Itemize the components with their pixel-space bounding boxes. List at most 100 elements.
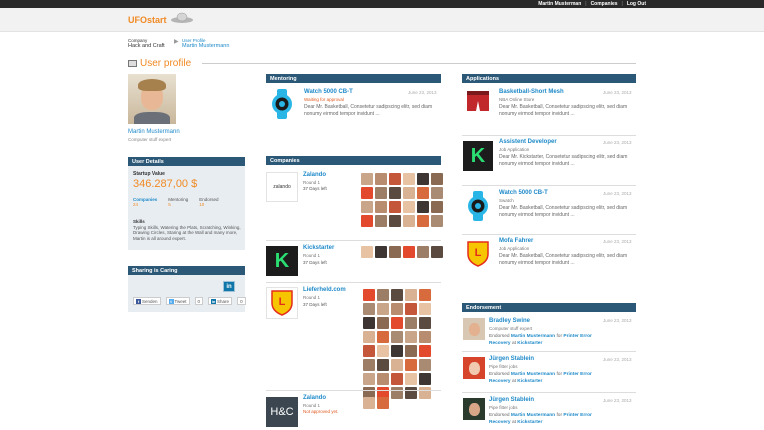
endorsed-skill-link[interactable]: Printer Error xyxy=(563,334,592,339)
investor-avatar[interactable] xyxy=(377,345,389,357)
investor-avatar[interactable] xyxy=(377,397,389,409)
application-thumbnail[interactable] xyxy=(463,190,493,222)
logo[interactable]: UFOstart xyxy=(128,15,167,25)
investor-avatar[interactable] xyxy=(363,303,375,315)
endorsed-company-link[interactable]: Kickstarter xyxy=(517,341,542,346)
investor-avatar[interactable] xyxy=(363,345,375,357)
investor-avatar[interactable] xyxy=(419,359,431,371)
investor-avatar[interactable] xyxy=(375,246,387,258)
application-thumbnail[interactable]: L xyxy=(463,238,493,270)
tweet-button[interactable]: t Tweet xyxy=(165,297,190,305)
stat-companies[interactable]: Companies 24 xyxy=(133,197,157,207)
investor-avatar[interactable] xyxy=(419,373,431,385)
investor-avatar[interactable] xyxy=(405,387,417,399)
company-logo-lieferheld[interactable]: L xyxy=(266,287,298,319)
application-thumbnail[interactable]: K xyxy=(463,141,493,171)
investor-avatar[interactable] xyxy=(391,331,403,343)
investor-avatar[interactable] xyxy=(389,246,401,258)
nav-user-link[interactable]: Martin Musterman xyxy=(538,1,581,7)
investor-avatar[interactable] xyxy=(361,187,373,199)
endorser-name[interactable]: Jürgen Stablein xyxy=(489,356,534,362)
endorsed-user-link[interactable]: Martin Mustermann xyxy=(511,372,555,377)
investor-avatar[interactable] xyxy=(431,173,443,185)
investor-avatar[interactable] xyxy=(391,359,403,371)
endorser-name[interactable]: Bradley Swine xyxy=(489,318,530,324)
investor-avatar[interactable] xyxy=(363,317,375,329)
endorser-avatar[interactable] xyxy=(463,357,485,379)
application-title[interactable]: Watch 5000 CB-T xyxy=(499,190,548,196)
company-logo-kickstarter[interactable]: K xyxy=(266,246,298,276)
investor-avatar[interactable] xyxy=(403,201,415,213)
endorsed-user-link[interactable]: Martin Mustermann xyxy=(511,334,555,339)
investor-avatar[interactable] xyxy=(419,303,431,315)
investor-avatar[interactable] xyxy=(377,373,389,385)
investor-avatar[interactable] xyxy=(419,345,431,357)
investor-avatar[interactable] xyxy=(377,303,389,315)
investor-avatar[interactable] xyxy=(377,359,389,371)
investor-avatar[interactable] xyxy=(419,289,431,301)
investor-avatar[interactable] xyxy=(391,373,403,385)
investor-avatar[interactable] xyxy=(391,317,403,329)
investor-avatar[interactable] xyxy=(363,289,375,301)
investor-avatar[interactable] xyxy=(405,373,417,385)
investor-avatar[interactable] xyxy=(361,215,373,227)
investor-avatar[interactable] xyxy=(419,317,431,329)
investor-avatar[interactable] xyxy=(377,331,389,343)
investor-avatar[interactable] xyxy=(417,201,429,213)
investor-avatar[interactable] xyxy=(391,345,403,357)
investor-avatar[interactable] xyxy=(403,187,415,199)
investor-avatar[interactable] xyxy=(389,173,401,185)
company-logo-hc[interactable]: H&C xyxy=(266,397,298,427)
investor-avatar[interactable] xyxy=(391,387,403,399)
endorsed-skill-link[interactable]: Recovery xyxy=(489,379,511,384)
linkedin-share-button[interactable]: in Share xyxy=(208,297,233,305)
investor-avatar[interactable] xyxy=(419,331,431,343)
investor-avatar[interactable] xyxy=(431,215,443,227)
investor-avatar[interactable] xyxy=(403,173,415,185)
investor-avatar[interactable] xyxy=(391,289,403,301)
investor-avatar[interactable] xyxy=(363,331,375,343)
endorsed-skill-link[interactable]: Printer Error xyxy=(563,413,592,418)
endorsed-skill-link[interactable]: Recovery xyxy=(489,341,511,346)
investor-avatar[interactable] xyxy=(405,289,417,301)
investor-avatar[interactable] xyxy=(375,215,387,227)
endorsed-skill-link[interactable]: Printer Error xyxy=(563,372,592,377)
facebook-send-button[interactable]: f Senden xyxy=(133,297,161,305)
investor-avatar[interactable] xyxy=(361,173,373,185)
endorser-avatar[interactable] xyxy=(463,318,485,340)
investor-avatar[interactable] xyxy=(361,201,373,213)
watch-thumbnail[interactable] xyxy=(267,88,297,120)
investor-avatar[interactable] xyxy=(403,215,415,227)
investor-avatar[interactable] xyxy=(405,359,417,371)
investor-avatar[interactable] xyxy=(391,303,403,315)
investor-avatar[interactable] xyxy=(405,317,417,329)
investor-avatar[interactable] xyxy=(377,317,389,329)
nav-logout-link[interactable]: Log Out xyxy=(627,1,646,7)
stat-mentoring[interactable]: Mentoring 5 xyxy=(168,197,188,207)
company-name[interactable]: Kickstarter xyxy=(303,245,334,251)
investor-avatar[interactable] xyxy=(417,215,429,227)
breadcrumb-company[interactable]: Company Hack and Craft xyxy=(128,38,173,49)
investor-avatar[interactable] xyxy=(405,345,417,357)
investor-avatar[interactable] xyxy=(375,201,387,213)
endorsed-skill-link[interactable]: Recovery xyxy=(489,420,511,425)
investor-avatar[interactable] xyxy=(389,201,401,213)
investor-avatar[interactable] xyxy=(363,397,375,409)
investor-avatar[interactable] xyxy=(431,187,443,199)
investor-avatar[interactable] xyxy=(377,289,389,301)
investor-avatar[interactable] xyxy=(363,373,375,385)
application-title[interactable]: Basketball-Short Mesh xyxy=(499,89,564,95)
investor-avatar[interactable] xyxy=(375,187,387,199)
investor-avatar[interactable] xyxy=(405,303,417,315)
investor-avatar[interactable] xyxy=(431,201,443,213)
linkedin-icon[interactable]: in xyxy=(223,281,235,292)
application-thumbnail[interactable] xyxy=(463,88,493,120)
company-name[interactable]: Zalando xyxy=(303,395,326,401)
stat-endorsed[interactable]: Endorsed 10 xyxy=(199,197,218,207)
endorser-name[interactable]: Jürgen Stablein xyxy=(489,397,534,403)
investor-avatar[interactable] xyxy=(403,246,415,258)
investor-avatar[interactable] xyxy=(361,246,373,258)
mentoring-item-title[interactable]: Watch 5000 CB-T xyxy=(304,89,353,95)
investor-avatar[interactable] xyxy=(417,187,429,199)
endorsed-company-link[interactable]: Kickstarter xyxy=(517,420,542,425)
